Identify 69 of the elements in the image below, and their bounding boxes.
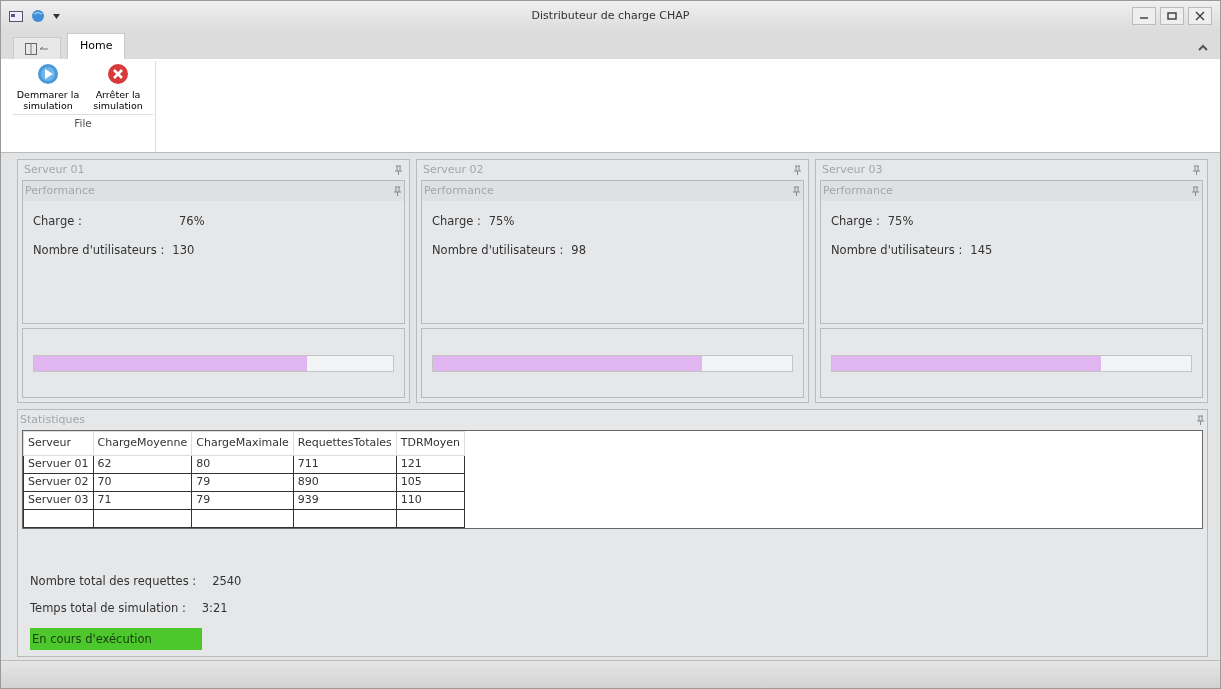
window-title: Distributeur de charge CHAP xyxy=(531,7,690,24)
table-cell: 71 xyxy=(93,491,192,510)
table-cell: 62 xyxy=(93,455,192,474)
maximize-button[interactable] xyxy=(1160,7,1184,25)
field-value: 3:21 xyxy=(201,600,228,618)
field-value: 75% xyxy=(488,213,515,230)
play-icon xyxy=(37,63,59,85)
field-label: Nombre d'utilisateurs : xyxy=(432,242,564,260)
panel-title: Serveur 01 xyxy=(24,161,85,178)
panel-title: Serveur 02 xyxy=(423,161,484,178)
panel-title: Statistiques xyxy=(20,411,85,428)
ribbon-tab[interactable]: Home xyxy=(67,33,126,59)
table-cell: 70 xyxy=(93,473,192,492)
pin-icon[interactable] xyxy=(1196,415,1205,425)
ribbon-group-label: File xyxy=(13,113,153,132)
ribbon-button[interactable]: Arrêter la simulation xyxy=(83,61,153,114)
column-header[interactable]: ChargeMaximale xyxy=(191,431,294,456)
pin-icon[interactable] xyxy=(793,165,802,175)
table-cell: Servuer 03 xyxy=(23,491,94,510)
caret-down-icon[interactable] xyxy=(53,13,60,19)
table-cell: 939 xyxy=(293,491,397,510)
collapse-ribbon-icon[interactable] xyxy=(1198,44,1208,51)
field-value: 98 xyxy=(571,242,586,260)
table-cell: 890 xyxy=(293,473,397,492)
table-cell: 110 xyxy=(396,491,465,510)
field-label: Nombre d'utilisateurs : xyxy=(33,242,165,260)
status-indicator: En cours d'exécution xyxy=(30,627,202,650)
table-cell: 79 xyxy=(191,491,294,510)
pin-icon[interactable] xyxy=(394,165,403,175)
column-header[interactable]: TDRMoyen xyxy=(396,431,465,456)
close-icon xyxy=(1194,11,1206,21)
field-value: 145 xyxy=(970,242,993,260)
pin-icon[interactable] xyxy=(792,186,801,196)
field-label: Nombre d'utilisateurs : xyxy=(831,242,963,260)
panel-title: Serveur 03 xyxy=(822,161,883,178)
close-button[interactable] xyxy=(1188,7,1212,25)
table-cell: 105 xyxy=(396,473,465,492)
field-value: 76% xyxy=(179,213,205,230)
window-icon[interactable] xyxy=(9,10,23,22)
panel-title: Performance xyxy=(823,182,893,199)
stop-icon xyxy=(107,63,129,85)
column-header[interactable]: ChargeMoyenne xyxy=(93,431,192,456)
field-label: Charge : xyxy=(432,213,481,230)
maximize-icon xyxy=(1166,11,1178,21)
table-cell: 80 xyxy=(191,455,294,474)
field-label: Charge : xyxy=(831,213,880,230)
minimize-button[interactable] xyxy=(1132,7,1156,25)
pin-icon[interactable] xyxy=(1191,186,1200,196)
table-cell: Servuer 02 xyxy=(23,473,94,492)
ribbon-button[interactable]: Demmarer la simulation xyxy=(13,61,83,114)
pin-icon[interactable] xyxy=(393,186,402,196)
application-menu-button[interactable] xyxy=(13,37,61,59)
table-cell: 711 xyxy=(293,455,397,474)
field-label: Charge : xyxy=(33,213,83,230)
field-label: Nombre total des requettes : xyxy=(30,573,197,590)
table-cell: Servuer 01 xyxy=(23,455,94,474)
application-menu-icon xyxy=(25,42,49,55)
field-value: 130 xyxy=(172,242,195,260)
globe-icon[interactable] xyxy=(31,9,45,23)
field-label: Temps total de simulation : xyxy=(30,600,186,618)
table-cell: 79 xyxy=(191,473,294,492)
table-cell: 121 xyxy=(396,455,465,474)
pin-icon[interactable] xyxy=(1192,165,1201,175)
panel-title: Performance xyxy=(25,182,95,199)
field-value: 75% xyxy=(887,213,914,230)
panel-title: Performance xyxy=(424,182,494,199)
column-header[interactable]: RequettesTotales xyxy=(293,431,397,456)
field-value: 2540 xyxy=(212,573,242,590)
column-header[interactable]: Serveur xyxy=(23,431,94,456)
